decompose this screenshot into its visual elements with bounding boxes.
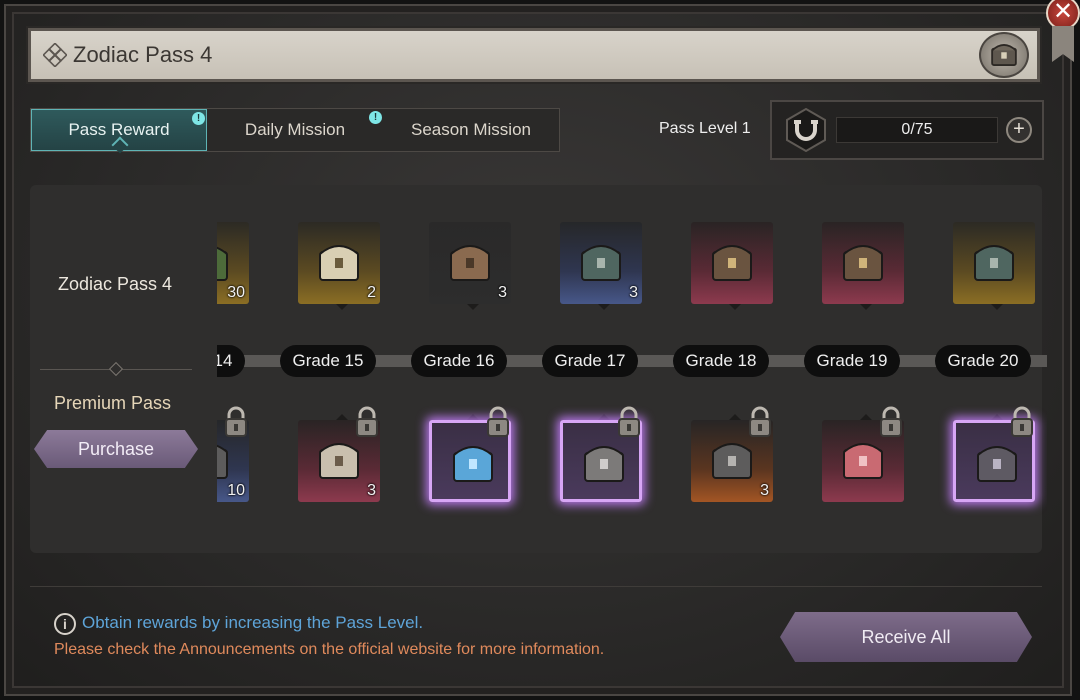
- reward-quantity: 3: [367, 482, 376, 499]
- free-reward-slot[interactable]: 3: [560, 222, 642, 304]
- free-reward-slot[interactable]: [691, 222, 773, 304]
- free-reward-slot[interactable]: [822, 222, 904, 304]
- grade-column: Grade 18 3: [671, 210, 781, 520]
- wooden-box-icon: [450, 245, 490, 281]
- grade-badge: Grade 14: [217, 345, 245, 377]
- tab-daily-mission[interactable]: Daily Mission !: [207, 109, 383, 151]
- lock-icon: [1011, 406, 1033, 437]
- reward-quantity: 3: [760, 482, 769, 499]
- free-track-name: Zodiac Pass 4: [58, 274, 173, 294]
- lock-icon: [618, 406, 640, 437]
- notification-icon: !: [369, 111, 382, 124]
- lock-icon: [225, 406, 247, 437]
- notification-icon: !: [192, 112, 205, 125]
- free-reward-slot[interactable]: 3: [429, 222, 511, 304]
- grade-column: 3 Grade 17: [540, 210, 650, 520]
- receive-all-button[interactable]: Receive All: [780, 612, 1032, 662]
- lock-icon: [487, 406, 509, 437]
- tab-season-mission[interactable]: Season Mission: [383, 109, 559, 151]
- tab-bar: Pass Reward ! Daily Mission ! Season Mis…: [30, 108, 560, 152]
- zodiac-emblem-icon: [43, 43, 67, 67]
- grade-badge: Grade 16: [411, 345, 507, 377]
- free-reward-slot[interactable]: 30: [217, 222, 249, 304]
- info-text: Obtain rewards by increasing the Pass Le…: [82, 613, 424, 632]
- stag-emblem-icon: [319, 443, 359, 479]
- iron-chest-icon: [217, 444, 228, 479]
- reward-track[interactable]: 30 Grade 14 10 2 Grade 15 3 3 Grade 16 3 Grade 17…: [217, 210, 1047, 520]
- tab-label: Daily Mission: [244, 120, 346, 139]
- close-icon: ✕: [1052, 0, 1074, 25]
- free-reward-slot[interactable]: 2: [298, 222, 380, 304]
- purchase-label: Purchase: [77, 438, 155, 459]
- green-staff-icon: [217, 246, 228, 281]
- green-chest-icon: [581, 245, 621, 281]
- receive-all-label: Receive All: [861, 626, 951, 647]
- title-bar: Zodiac Pass 4: [28, 28, 1040, 82]
- plus-icon: +: [1013, 118, 1025, 140]
- lock-icon: [356, 406, 378, 437]
- pointer-icon: [467, 304, 479, 310]
- pointer-icon: [860, 304, 872, 310]
- reward-quantity: 30: [227, 284, 245, 301]
- iron-chest-icon: [712, 443, 752, 479]
- rune-stone-icon: [319, 245, 359, 281]
- pointer-icon: [991, 304, 1003, 310]
- notice-text: Please check the Announcements on the of…: [54, 641, 605, 658]
- pointer-icon: [729, 304, 741, 310]
- grade-badge: Grade 19: [804, 345, 900, 377]
- reward-quantity: 3: [629, 284, 638, 301]
- lock-icon: [880, 406, 902, 437]
- horseshoe-icon: [786, 108, 826, 152]
- grade-badge: Grade 20: [935, 345, 1031, 377]
- reward-quantity: 3: [498, 284, 507, 301]
- lock-icon: [749, 406, 771, 437]
- pointer-icon: [336, 304, 348, 310]
- grade-badge: Grade 15: [280, 345, 376, 377]
- free-reward-slot[interactable]: [953, 222, 1035, 304]
- grade-column: Grade 20: [933, 210, 1043, 520]
- blue-crystal-icon: [453, 446, 493, 482]
- info-icon: i: [54, 613, 76, 635]
- divider: [30, 586, 1042, 587]
- purchase-button[interactable]: Purchase: [34, 430, 198, 468]
- add-level-button[interactable]: +: [1006, 117, 1032, 143]
- grade-column: 3 Grade 16: [409, 210, 519, 520]
- grade-badge: Grade 17: [542, 345, 638, 377]
- pass-level-label: Pass Level 1: [659, 120, 751, 137]
- grade-column: 30 Grade 14 10: [217, 210, 257, 520]
- pointer-icon: [598, 304, 610, 310]
- red-rune-stone-icon: [843, 443, 883, 479]
- tab-label: Pass Reward: [68, 120, 170, 139]
- pass-level-progress: 0/75: [836, 117, 998, 143]
- tab-pass-reward[interactable]: Pass Reward !: [31, 109, 207, 151]
- carriage-chest-icon: [977, 446, 1017, 482]
- ornate-chest-icon: [843, 245, 883, 281]
- tab-label: Season Mission: [410, 120, 531, 139]
- ornate-chest-icon: [712, 245, 752, 281]
- reward-chest-button[interactable]: [979, 32, 1029, 78]
- close-button[interactable]: ✕: [1046, 0, 1080, 30]
- window-title: Zodiac Pass 4: [73, 42, 213, 67]
- pass-level-box: 0/75 +: [770, 100, 1044, 160]
- green-chest-icon: [974, 245, 1014, 281]
- silver-chest-icon: [584, 446, 624, 482]
- grade-column: 2 Grade 15 3: [278, 210, 388, 520]
- reward-quantity: 2: [367, 284, 376, 301]
- chest-icon: [991, 44, 1017, 66]
- reward-quantity: 10: [227, 482, 245, 499]
- grade-column: Grade 19: [802, 210, 912, 520]
- grade-badge: Grade 18: [673, 345, 769, 377]
- premium-pass-label: Premium Pass: [54, 393, 172, 413]
